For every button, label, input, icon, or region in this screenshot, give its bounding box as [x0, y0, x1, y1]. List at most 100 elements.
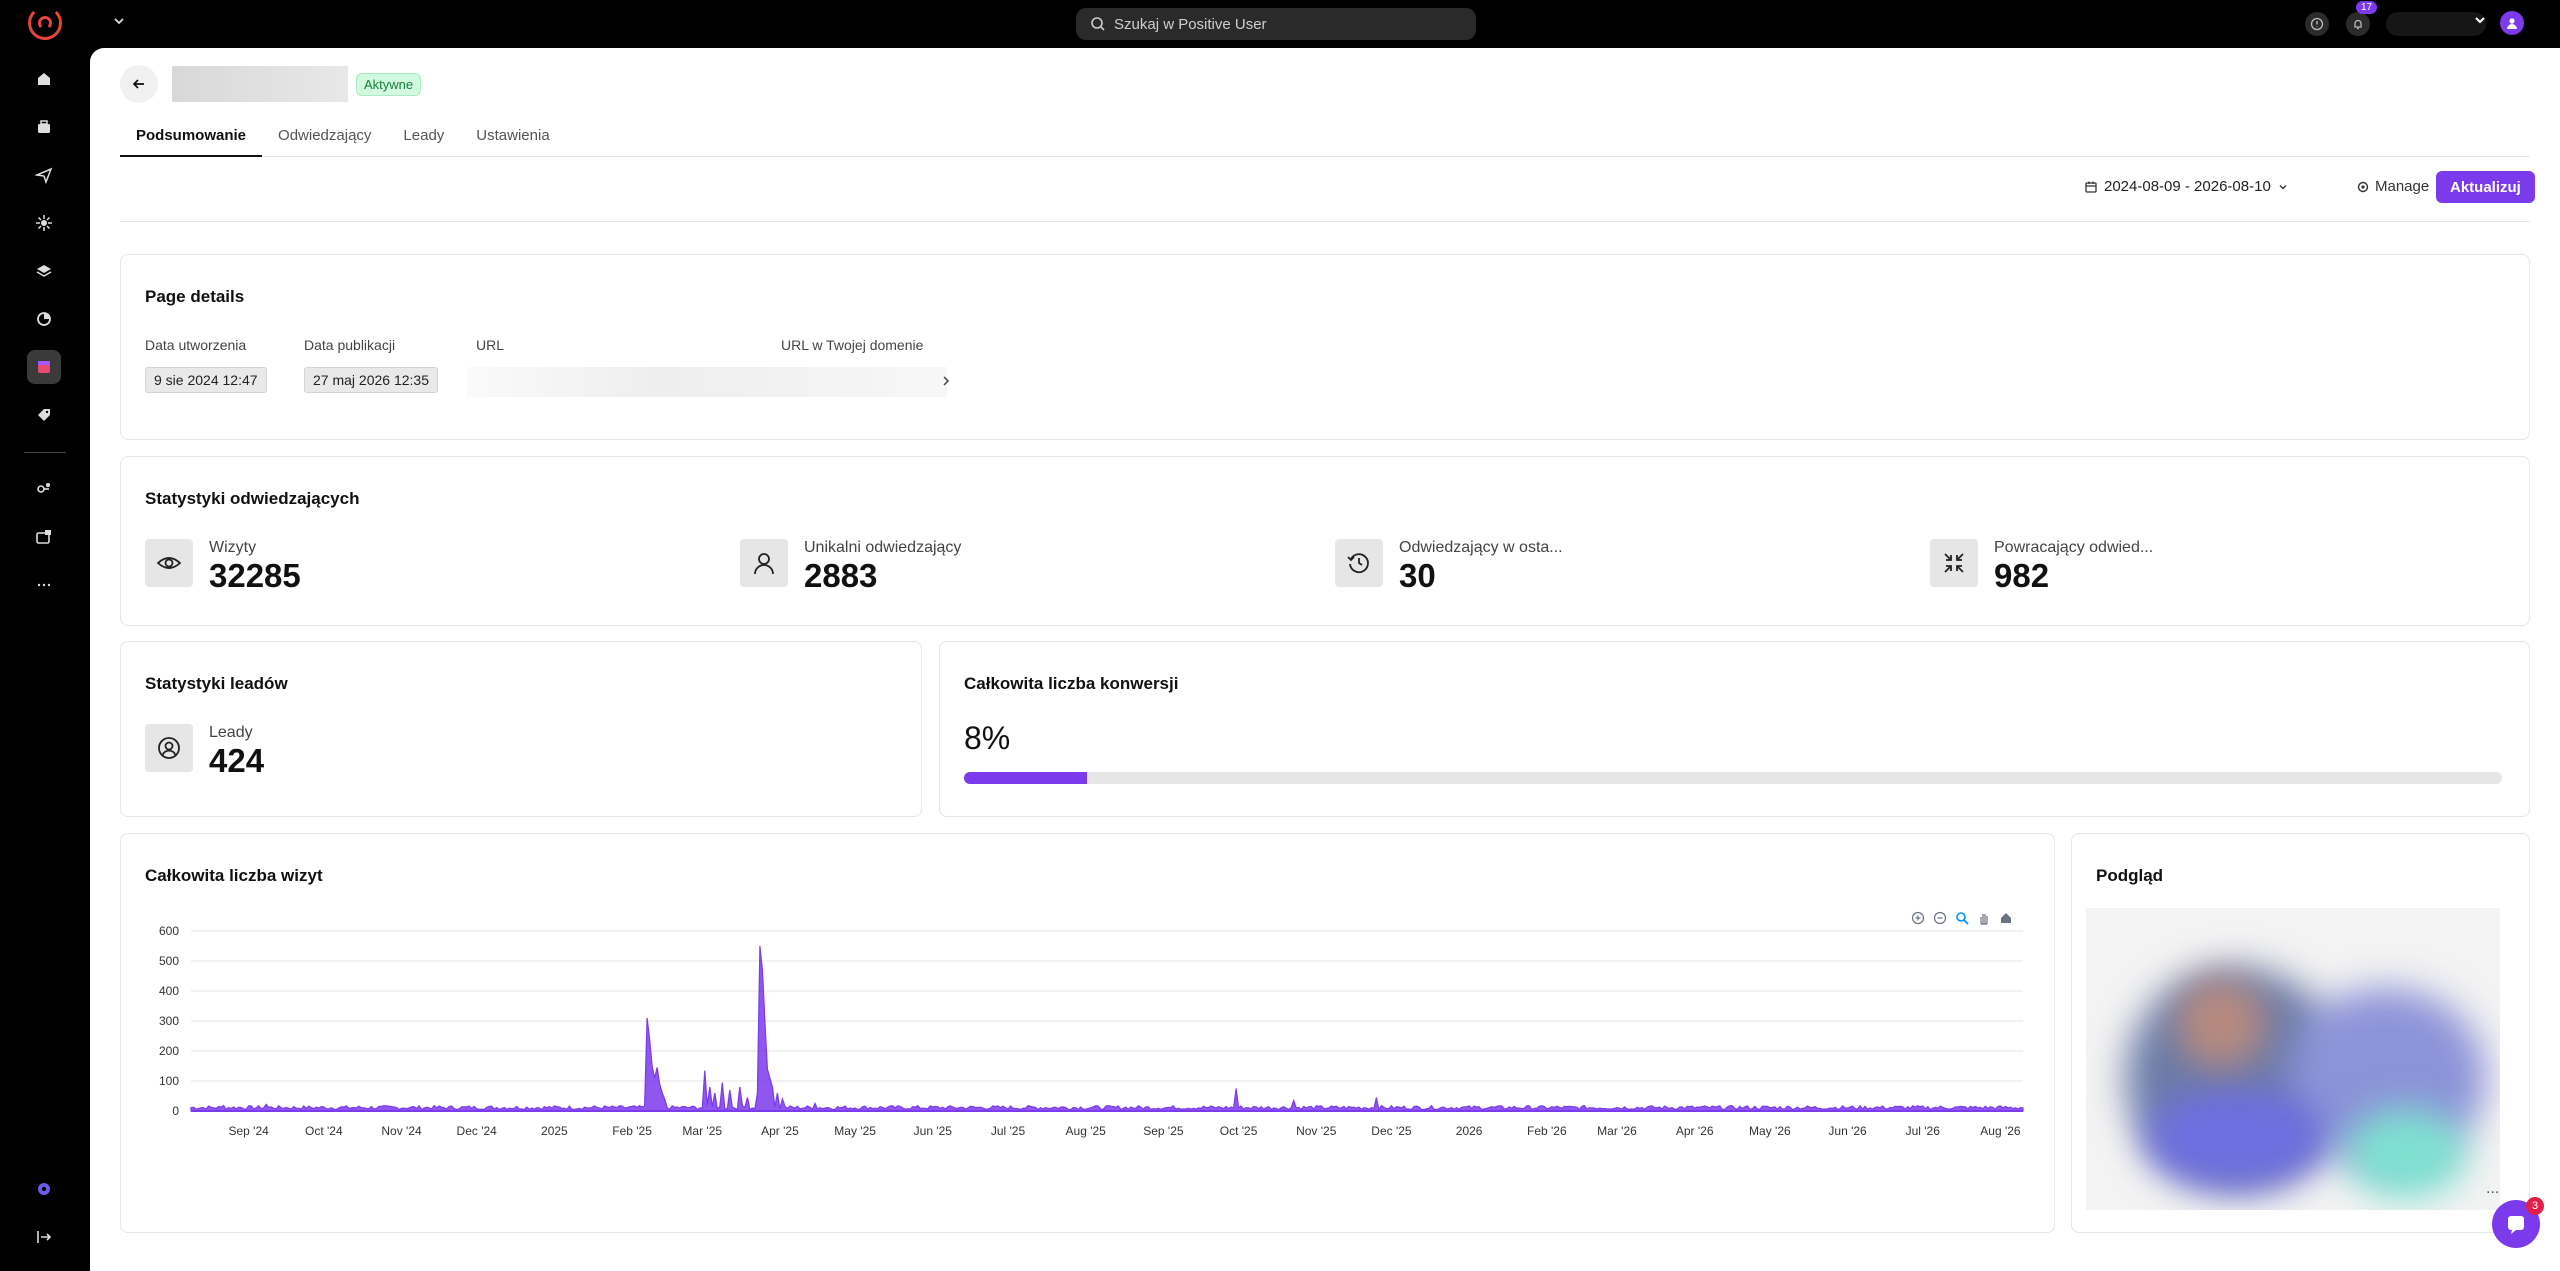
top-bar: 17 — [0, 0, 2560, 48]
x-tick-label: Aug '25 — [1066, 1124, 1107, 1138]
home-icon[interactable] — [27, 62, 61, 96]
calendar-icon — [2085, 181, 2097, 193]
y-tick-label: 100 — [159, 1074, 179, 1088]
x-tick-label: Oct '25 — [1220, 1124, 1258, 1138]
visits-series-area[interactable] — [190, 945, 2024, 1112]
lead-stats-title: Statystyki leadów — [145, 674, 288, 693]
visits-chart: 0 100 200 300 400 500 600 Sep '24 Oct '24 Nov '24… — [159, 924, 2024, 1138]
y-tick-label: 200 — [159, 1044, 179, 1058]
date-range-picker[interactable]: 2024-08-09 - 2026-08-10 — [2084, 178, 2289, 195]
automation-icon[interactable] — [27, 472, 61, 506]
x-tick-label: Apr '26 — [1676, 1124, 1714, 1138]
visits-chart-card: Całkowita liczba wizyt 0 100 200 300 400 500 6… — [120, 833, 2055, 1233]
user-menu-chevron-icon[interactable] — [2474, 14, 2486, 29]
x-tick-label: Sep '24 — [228, 1124, 269, 1138]
briefcase-icon[interactable] — [27, 110, 61, 144]
stat-label: Odwiedzający w osta... — [1399, 539, 1563, 556]
x-tick-label: 2025 — [541, 1124, 568, 1138]
update-button[interactable]: Aktualizuj — [2436, 171, 2535, 203]
published-label: Data publikacji — [304, 337, 396, 353]
x-tick-label: Dec '24 — [457, 1124, 498, 1138]
chevron-down-icon[interactable] — [112, 14, 126, 33]
preview-menu-icon[interactable]: ... — [2486, 1180, 2499, 1198]
visitor-stats-title: Statystyki odwiedzających — [145, 489, 360, 508]
stat-label: Leady — [209, 724, 253, 741]
x-tick-label: Nov '25 — [1296, 1124, 1337, 1138]
tab-bar: Podsumowanie Odwiedzający Leady Ustawien… — [120, 122, 2530, 157]
y-tick-label: 500 — [159, 954, 179, 968]
page-preview-image[interactable] — [2086, 908, 2500, 1210]
search-input[interactable] — [1114, 15, 1454, 33]
x-tick-label: Feb '25 — [612, 1124, 652, 1138]
tab-summary[interactable]: Podsumowanie — [120, 122, 263, 157]
media-icon[interactable] — [27, 520, 61, 554]
published-date-chip: 27 maj 2026 12:35 — [304, 367, 438, 393]
stat-label: Powracający odwied... — [1994, 539, 2154, 556]
x-tick-label: Apr '25 — [761, 1124, 799, 1138]
preview-card: Podgląd ... — [2071, 833, 2530, 1233]
user-name-blurred[interactable] — [2386, 12, 2486, 36]
x-tick-label: Nov '24 — [381, 1124, 422, 1138]
layers-icon[interactable] — [27, 254, 61, 288]
page-title-blurred — [172, 66, 348, 102]
back-button[interactable] — [120, 65, 158, 103]
x-tick-label: Mar '26 — [1597, 1124, 1637, 1138]
integrations-icon[interactable] — [27, 206, 61, 240]
date-range-label: 2024-08-09 - 2026-08-10 — [2104, 178, 2271, 195]
created-date-chip: 9 sie 2024 12:47 — [145, 367, 267, 393]
analytics-icon[interactable] — [27, 302, 61, 336]
search-box[interactable] — [1076, 8, 1476, 40]
chevron-right-icon[interactable] — [941, 375, 951, 387]
stat-value: 424 — [209, 742, 265, 779]
conversion-rate: 8% — [964, 720, 1011, 756]
tab-leads[interactable]: Leady — [387, 122, 460, 157]
send-icon[interactable] — [27, 158, 61, 192]
x-tick-label: Mar '25 — [682, 1124, 722, 1138]
visits-chart-title: Całkowita liczba wizyt — [145, 866, 323, 885]
apps-icon[interactable] — [27, 1172, 61, 1206]
page-details-title: Page details — [145, 287, 245, 306]
x-tick-label: May '25 — [834, 1124, 876, 1138]
x-tick-label: Oct '24 — [305, 1124, 343, 1138]
bell-icon[interactable] — [2346, 12, 2370, 36]
user-circle-icon — [145, 724, 193, 772]
y-tick-label: 400 — [159, 984, 179, 998]
page-details-card: Page details Data utworzenia Data publik… — [120, 254, 2530, 440]
x-tick-label: 2026 — [1456, 1124, 1483, 1138]
x-tick-label: Aug '26 — [1980, 1124, 2021, 1138]
preview-title: Podgląd — [2096, 866, 2164, 885]
landing-pages-icon[interactable] — [27, 350, 61, 384]
stat-value: 30 — [1399, 557, 1436, 594]
app-logo-inner — [38, 16, 52, 30]
conversions-title: Całkowita liczba konwersji — [964, 674, 1179, 693]
url-value-blurred[interactable] — [467, 367, 947, 397]
chat-unread-badge: 3 — [2526, 1197, 2544, 1215]
tag-icon[interactable] — [27, 398, 61, 432]
tab-visitors[interactable]: Odwiedzający — [262, 122, 387, 157]
main-content: Aktywne Podsumowanie Odwiedzający Leady … — [90, 48, 2560, 1271]
sidebar-divider — [24, 452, 66, 453]
conversions-card: Całkowita liczba konwersji 8% — [939, 641, 2530, 817]
notifications-badge: 17 — [2356, 1, 2378, 14]
stat-label: Unikalni odwiedzający — [804, 539, 962, 556]
status-badge: Aktywne — [356, 73, 422, 96]
lead-stats-card: Statystyki leadów Leady 424 — [120, 641, 922, 817]
tab-settings[interactable]: Ustawienia — [460, 122, 565, 157]
help-icon[interactable] — [2305, 12, 2329, 36]
chevron-down-icon — [2279, 184, 2287, 189]
sidebar — [0, 48, 90, 1271]
conversion-progress-bar — [964, 772, 2502, 784]
manage-dropdown[interactable]: Manage — [2356, 178, 2446, 195]
y-tick-label: 600 — [159, 924, 179, 938]
history-icon — [1335, 539, 1383, 587]
eye-icon — [145, 539, 193, 587]
manage-label: Manage — [2375, 178, 2430, 195]
more-icon[interactable] — [27, 568, 61, 602]
logout-icon[interactable] — [27, 1220, 61, 1254]
url-label: URL — [476, 337, 505, 353]
user-avatar[interactable] — [2500, 11, 2524, 35]
filter-toolbar: 2024-08-09 - 2026-08-10 Manage Aktualizu… — [120, 158, 2535, 222]
x-tick-label: Jun '26 — [1828, 1124, 1867, 1138]
x-tick-label: May '26 — [1749, 1124, 1791, 1138]
x-tick-label: Dec '25 — [1371, 1124, 1412, 1138]
